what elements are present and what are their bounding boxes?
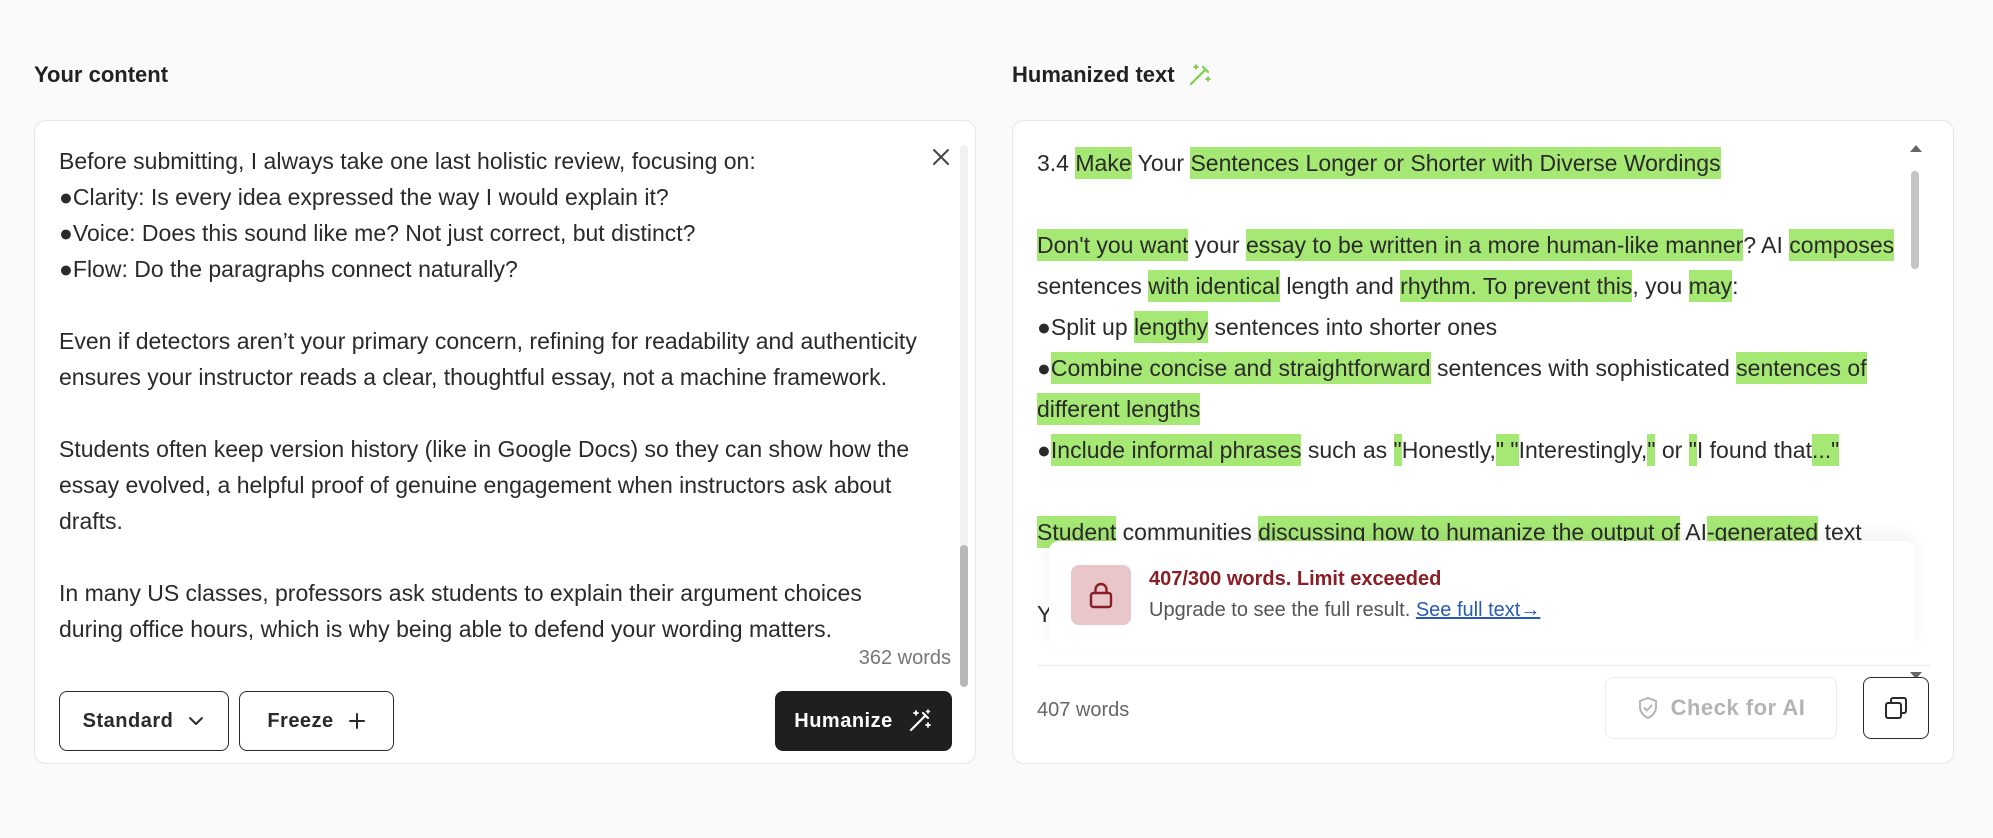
content-scrollbar-thumb[interactable]	[960, 545, 968, 687]
text-segment: sentences into shorter ones	[1208, 314, 1498, 340]
highlighted-segment: "	[1688, 434, 1697, 466]
text-segment: length and	[1279, 273, 1401, 299]
highlighted-segment: ..."	[1811, 434, 1840, 466]
content-paragraph: In many US classes, professors ask stude…	[59, 575, 929, 647]
your-content-heading-text: Your content	[34, 62, 169, 87]
shield-check-icon	[1638, 697, 1657, 719]
content-line: Before submitting, I always take one las…	[59, 148, 756, 174]
magic-wand-icon	[1189, 64, 1211, 86]
humanized-text-heading-text: Humanized text	[1012, 62, 1175, 87]
highlighted-segment: Sentences Longer or Shorter with Diverse…	[1190, 147, 1721, 179]
content-input-panel: Before submitting, I always take one las…	[34, 120, 976, 764]
text-segment: I found that	[1696, 437, 1812, 463]
freeze-button[interactable]: Freeze	[239, 691, 394, 751]
output-paragraph: Don't you want your essay to be written …	[1037, 225, 1909, 471]
text-segment: 3.4	[1037, 150, 1076, 176]
text-segment: Honestly,	[1401, 437, 1496, 463]
highlighted-segment: lengthy	[1134, 311, 1209, 343]
text-segment: your	[1188, 232, 1246, 258]
mode-select-label: Standard	[82, 709, 174, 732]
content-editor[interactable]: Before submitting, I always take one las…	[59, 143, 929, 703]
humanized-text-heading: Humanized text	[1012, 62, 1213, 88]
output-footer-divider	[1037, 665, 1931, 666]
text-segment: ? AI	[1743, 232, 1790, 258]
clear-content-button[interactable]	[929, 145, 953, 169]
humanized-output-panel: 3.4 Make Your Sentences Longer or Shorte…	[1012, 120, 1954, 764]
content-line: Even if detectors aren’t your primary co…	[59, 328, 917, 390]
content-paragraph: Students often keep version history (lik…	[59, 431, 929, 539]
text-segment: Interestingly,	[1518, 437, 1648, 463]
highlighted-segment: essay to be written in a more human-like…	[1245, 229, 1744, 261]
limit-title: 407/300 words. Limit exceeded	[1149, 568, 1442, 590]
mode-select-button[interactable]: Standard	[59, 691, 229, 751]
text-segment: :	[1732, 273, 1739, 299]
content-paragraph: Even if detectors aren’t your primary co…	[59, 323, 929, 395]
highlighted-segment: Don't you want	[1037, 229, 1189, 261]
copy-icon	[1885, 697, 1907, 719]
highlighted-segment: " "	[1495, 434, 1519, 466]
highlighted-segment: with identical	[1148, 270, 1280, 302]
plus-icon	[348, 713, 365, 729]
limit-text-block: 407/300 words. Limit exceeded Upgrade to…	[1149, 568, 1540, 622]
highlighted-segment: rhythm. To prevent this	[1400, 270, 1633, 302]
humanize-button[interactable]: Humanize	[775, 691, 952, 751]
limit-subtitle: Upgrade to see the full result. See full…	[1149, 599, 1540, 622]
limit-upgrade-text: Upgrade to see the full result.	[1149, 599, 1411, 621]
check-for-ai-button[interactable]: Check for AI	[1605, 677, 1837, 739]
highlighted-segment: Combine concise and straightforward	[1050, 352, 1431, 384]
content-line: In many US classes, professors ask stude…	[59, 580, 862, 642]
your-content-heading: Your content	[34, 62, 168, 88]
lock-badge	[1071, 565, 1131, 625]
text-segment: Your	[1131, 150, 1191, 176]
highlighted-segment: Make	[1075, 147, 1132, 179]
output-word-count: 407 words	[1037, 699, 1130, 721]
magic-wand-icon	[909, 709, 931, 732]
see-full-text-link[interactable]: See full text→	[1416, 599, 1541, 621]
highlighted-segment: "	[1393, 434, 1402, 466]
output-paragraph: 3.4 Make Your Sentences Longer or Shorte…	[1037, 143, 1909, 184]
freeze-label: Freeze	[267, 709, 334, 732]
humanize-label: Humanize	[794, 709, 893, 732]
copy-output-button[interactable]	[1863, 677, 1929, 739]
text-segment: ●Split up	[1037, 314, 1134, 340]
text-segment: ●	[1037, 437, 1051, 463]
content-line: ●Clarity: Is every idea expressed the wa…	[59, 184, 669, 210]
content-line: Students often keep version history (lik…	[59, 436, 910, 534]
highlighted-segment: composes	[1789, 229, 1895, 261]
text-segment: or	[1655, 437, 1689, 463]
text-segment: sentences	[1037, 273, 1149, 299]
output-scrollbar-thumb[interactable]	[1911, 171, 1919, 269]
input-word-count: 362 words	[852, 647, 951, 670]
highlighted-segment: may	[1688, 270, 1733, 302]
text-segment: such as	[1301, 437, 1394, 463]
scroll-up-arrow-icon[interactable]	[1909, 143, 1923, 153]
content-paragraph: Before submitting, I always take one las…	[59, 143, 929, 287]
text-segment: , you	[1632, 273, 1689, 299]
text-segment: ●	[1037, 355, 1051, 381]
text-segment: sentences with sophisticated	[1430, 355, 1737, 381]
lock-icon	[1089, 582, 1113, 609]
content-line: ●Flow: Do the paragraphs connect natural…	[59, 256, 518, 282]
close-icon	[933, 149, 949, 165]
check-for-ai-label: Check for AI	[1670, 695, 1806, 720]
content-line: ●Voice: Does this sound like me? Not jus…	[59, 220, 696, 246]
chevron-down-icon	[189, 717, 204, 725]
highlighted-segment: Include informal phrases	[1050, 434, 1302, 466]
content-scrollbar[interactable]	[960, 145, 968, 687]
word-limit-notice: 407/300 words. Limit exceeded Upgrade to…	[1049, 541, 1915, 649]
